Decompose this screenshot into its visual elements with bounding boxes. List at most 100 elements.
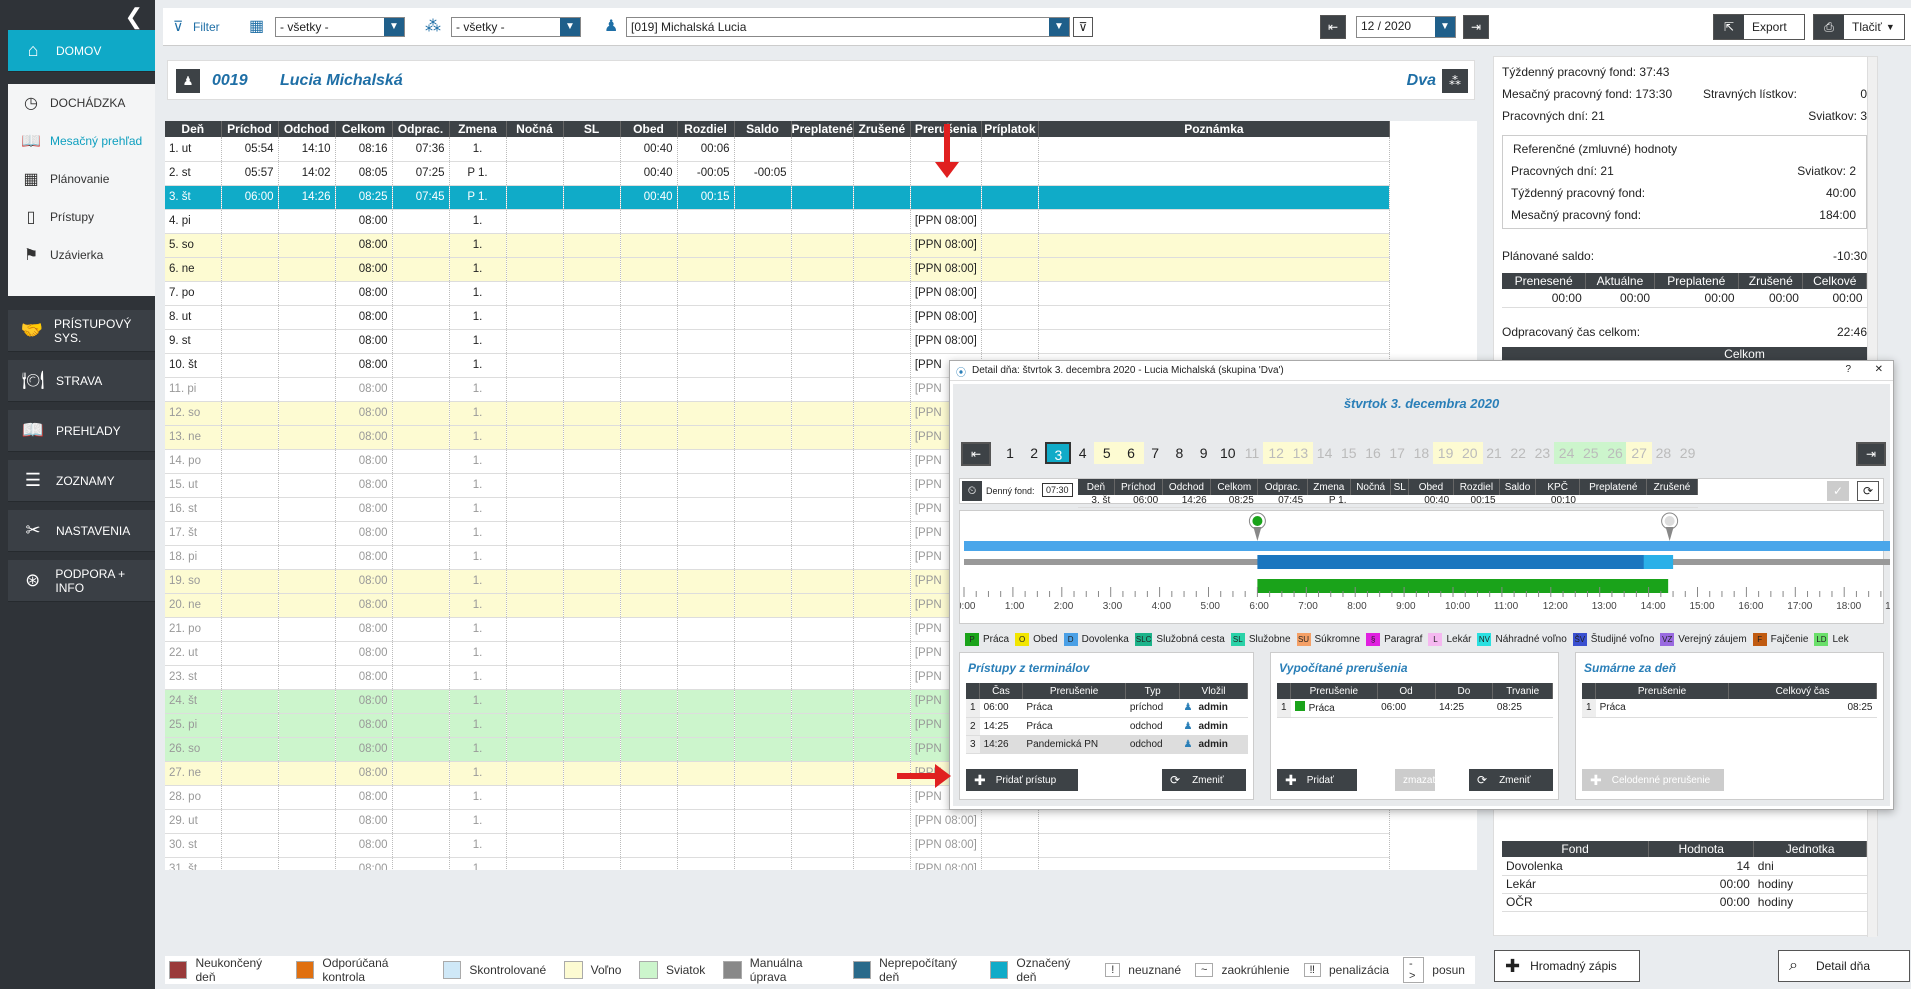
subnav-item-5[interactable]: ⚑ Uzávierka (8, 236, 155, 274)
table-row[interactable]: 3. št 06:00 14:26 08:25 07:45 P 1. 00:40 00:15 (165, 185, 1390, 210)
day-15-button[interactable]: 15 (1336, 442, 1362, 464)
column-header[interactable]: Odprac. (392, 121, 450, 137)
subnav-item-1[interactable]: ◷ DOCHÁDZKA (8, 84, 155, 122)
prev-month-button[interactable]: ⇤ (1320, 15, 1346, 39)
column-header[interactable]: Odchod (278, 121, 336, 137)
close-icon[interactable]: ✕ (1875, 364, 1883, 375)
day-25-button[interactable]: 25 (1577, 442, 1604, 464)
delete-break-button[interactable]: zmazať (1395, 769, 1436, 791)
building-select[interactable]: - všetky - ▼ (275, 17, 405, 37)
next-day-button[interactable]: ⇥ (1856, 442, 1886, 466)
table-row[interactable]: Dovolenka 14 dni (1502, 857, 1867, 876)
table-row[interactable]: 7. po 08:00 1. [PPN 08:00] (165, 281, 1390, 306)
column-header[interactable]: Poznámka (1038, 121, 1390, 137)
day-23-button[interactable]: 23 (1529, 442, 1555, 464)
subnav-item-4[interactable]: ▯ Prístupy (8, 198, 155, 236)
day-20-button[interactable]: 20 (1456, 442, 1483, 464)
day-8-button[interactable]: 8 (1166, 442, 1192, 464)
add-break-button[interactable]: ✚ Pridať (1277, 769, 1357, 791)
day-18-button[interactable]: 18 (1408, 442, 1434, 464)
table-row[interactable]: 1. ut 05:54 14:10 08:16 07:36 1. 00:40 00:06 (165, 137, 1390, 162)
day-27-button[interactable]: 27 (1626, 442, 1653, 464)
subnav-item-3[interactable]: ▦ Plánovanie (8, 160, 155, 198)
collapse-sidebar-icon[interactable]: ❮ (125, 6, 143, 28)
column-header[interactable]: SL (563, 121, 621, 137)
sidebar-item-7[interactable]: ⊛ PODPORA + INFO (8, 560, 155, 602)
employee-select[interactable]: [019] Michalská Lucia ▼ (626, 17, 1070, 37)
day-28-button[interactable]: 28 (1650, 442, 1676, 464)
day-3-button[interactable]: 3 (1045, 442, 1072, 464)
table-row[interactable]: 31. št 08:00 1. [PPN 08:00] (165, 857, 1390, 870)
day-24-button[interactable]: 24 (1553, 442, 1580, 464)
group-icon[interactable]: ⁂ (1442, 69, 1468, 93)
table-row[interactable]: OČR 00:00 hodiny (1502, 893, 1867, 912)
day-14-button[interactable]: 14 (1312, 442, 1338, 464)
day-21-button[interactable]: 21 (1481, 442, 1507, 464)
change-break-button[interactable]: ⟳ Zmeniť (1469, 769, 1553, 791)
table-row[interactable]: 5. so 08:00 1. [PPN 08:00] (165, 233, 1390, 258)
column-header[interactable]: Rozdiel (677, 121, 735, 137)
table-row[interactable]: 2. st 05:57 14:02 08:05 07:25 P 1. 00:40 -00:05… (165, 161, 1390, 186)
table-row[interactable]: 9. st 08:00 1. [PPN 08:00] (165, 329, 1390, 354)
column-header[interactable]: Zrušené (853, 121, 911, 137)
day-16-button[interactable]: 16 (1360, 442, 1386, 464)
chevron-down-icon[interactable]: ▼ (560, 18, 580, 36)
export-button[interactable]: ⇱ Export (1713, 14, 1805, 40)
day-4-button[interactable]: 4 (1070, 442, 1096, 464)
print-button[interactable]: ⎙ Tlačiť ▼ (1813, 14, 1905, 40)
table-row[interactable]: 29. ut 08:00 1. [PPN 08:00] (165, 809, 1390, 834)
table-row[interactable]: 2 14:25 Práca odchod ♟ admin (966, 717, 1248, 736)
day-5-button[interactable]: 5 (1093, 442, 1120, 464)
add-access-button[interactable]: ✚ Pridať prístup (966, 769, 1078, 791)
help-icon[interactable]: ? (1845, 364, 1851, 375)
sidebar-item-6[interactable]: ✂ NASTAVENIA (8, 510, 155, 552)
column-header[interactable]: Saldo (734, 121, 792, 137)
table-row[interactable]: 30. st 08:00 1. [PPN 08:00] (165, 833, 1390, 858)
column-header[interactable]: Príchod (221, 121, 279, 137)
bulk-entry-button[interactable]: ✚ Hromadný zápis (1494, 950, 1640, 982)
column-header[interactable]: Príplatok (981, 121, 1039, 137)
day-29-button[interactable]: 29 (1675, 442, 1701, 464)
table-row[interactable]: 1 06:00 Práca príchod ♟ admin (966, 699, 1248, 718)
table-row[interactable]: 8. ut 08:00 1. [PPN 08:00] (165, 305, 1390, 330)
day-2-button[interactable]: 2 (1021, 442, 1047, 464)
day-19-button[interactable]: 19 (1432, 442, 1459, 464)
day-12-button[interactable]: 12 (1263, 442, 1290, 464)
change-access-button[interactable]: ⟳ Zmeniť (1162, 769, 1246, 791)
chevron-down-icon[interactable]: ▼ (384, 18, 404, 36)
day-17-button[interactable]: 17 (1384, 442, 1410, 464)
table-row[interactable]: 1 Práca 06:00 14:25 08:25 (1277, 699, 1553, 718)
day-22-button[interactable]: 22 (1505, 442, 1531, 464)
sidebar-item-4[interactable]: 📖 PREHĽADY (8, 410, 155, 452)
subnav-item-2[interactable]: 📖 Mesačný prehľad (8, 122, 155, 160)
day-7-button[interactable]: 7 (1142, 442, 1168, 464)
column-header[interactable]: Zmena (449, 121, 507, 137)
column-header[interactable]: Deň (165, 121, 222, 137)
table-row[interactable]: Lekár 00:00 hodiny (1502, 875, 1867, 894)
full-day-break-button[interactable]: ✚ Celodenné prerušenie (1582, 769, 1724, 791)
period-select[interactable]: 12 / 2020 ▼ (1356, 16, 1456, 38)
table-row[interactable]: 1 Práca 08:25 (1582, 699, 1877, 718)
employee-filter-icon[interactable]: ⊽ (1073, 17, 1093, 37)
column-header[interactable]: Obed (620, 121, 678, 137)
sidebar-item-5[interactable]: ☰ ZOZNAMY (8, 460, 155, 502)
next-month-button[interactable]: ⇥ (1463, 15, 1489, 39)
refresh-icon[interactable]: ⟳ (1857, 481, 1879, 501)
day-11-button[interactable]: 11 (1239, 442, 1265, 464)
filter-label[interactable]: Filter (193, 20, 220, 34)
filter-icon[interactable]: ⊽ (173, 18, 183, 35)
day-9-button[interactable]: 9 (1191, 442, 1217, 464)
day-6-button[interactable]: 6 (1118, 442, 1144, 464)
day-1-button[interactable]: 1 (997, 442, 1023, 464)
day-26-button[interactable]: 26 (1602, 442, 1628, 464)
confirm-check-icon[interactable]: ✓ (1827, 481, 1849, 501)
chevron-down-icon[interactable]: ▼ (1049, 18, 1069, 36)
day-13-button[interactable]: 13 (1287, 442, 1314, 464)
structure-select[interactable]: - všetky - ▼ (451, 17, 581, 37)
sidebar-item-2[interactable]: 🤝 PRÍSTUPOVÝ SYS. (8, 310, 155, 352)
table-row[interactable]: 4. pi 08:00 1. [PPN 08:00] (165, 209, 1390, 234)
sidebar-item-3[interactable]: 🍽 STRAVA (8, 360, 155, 402)
sidebar-item-1[interactable]: ⌂ DOMOV (8, 30, 155, 72)
day-10-button[interactable]: 10 (1215, 442, 1241, 464)
column-header[interactable]: Preplatené (791, 121, 854, 137)
